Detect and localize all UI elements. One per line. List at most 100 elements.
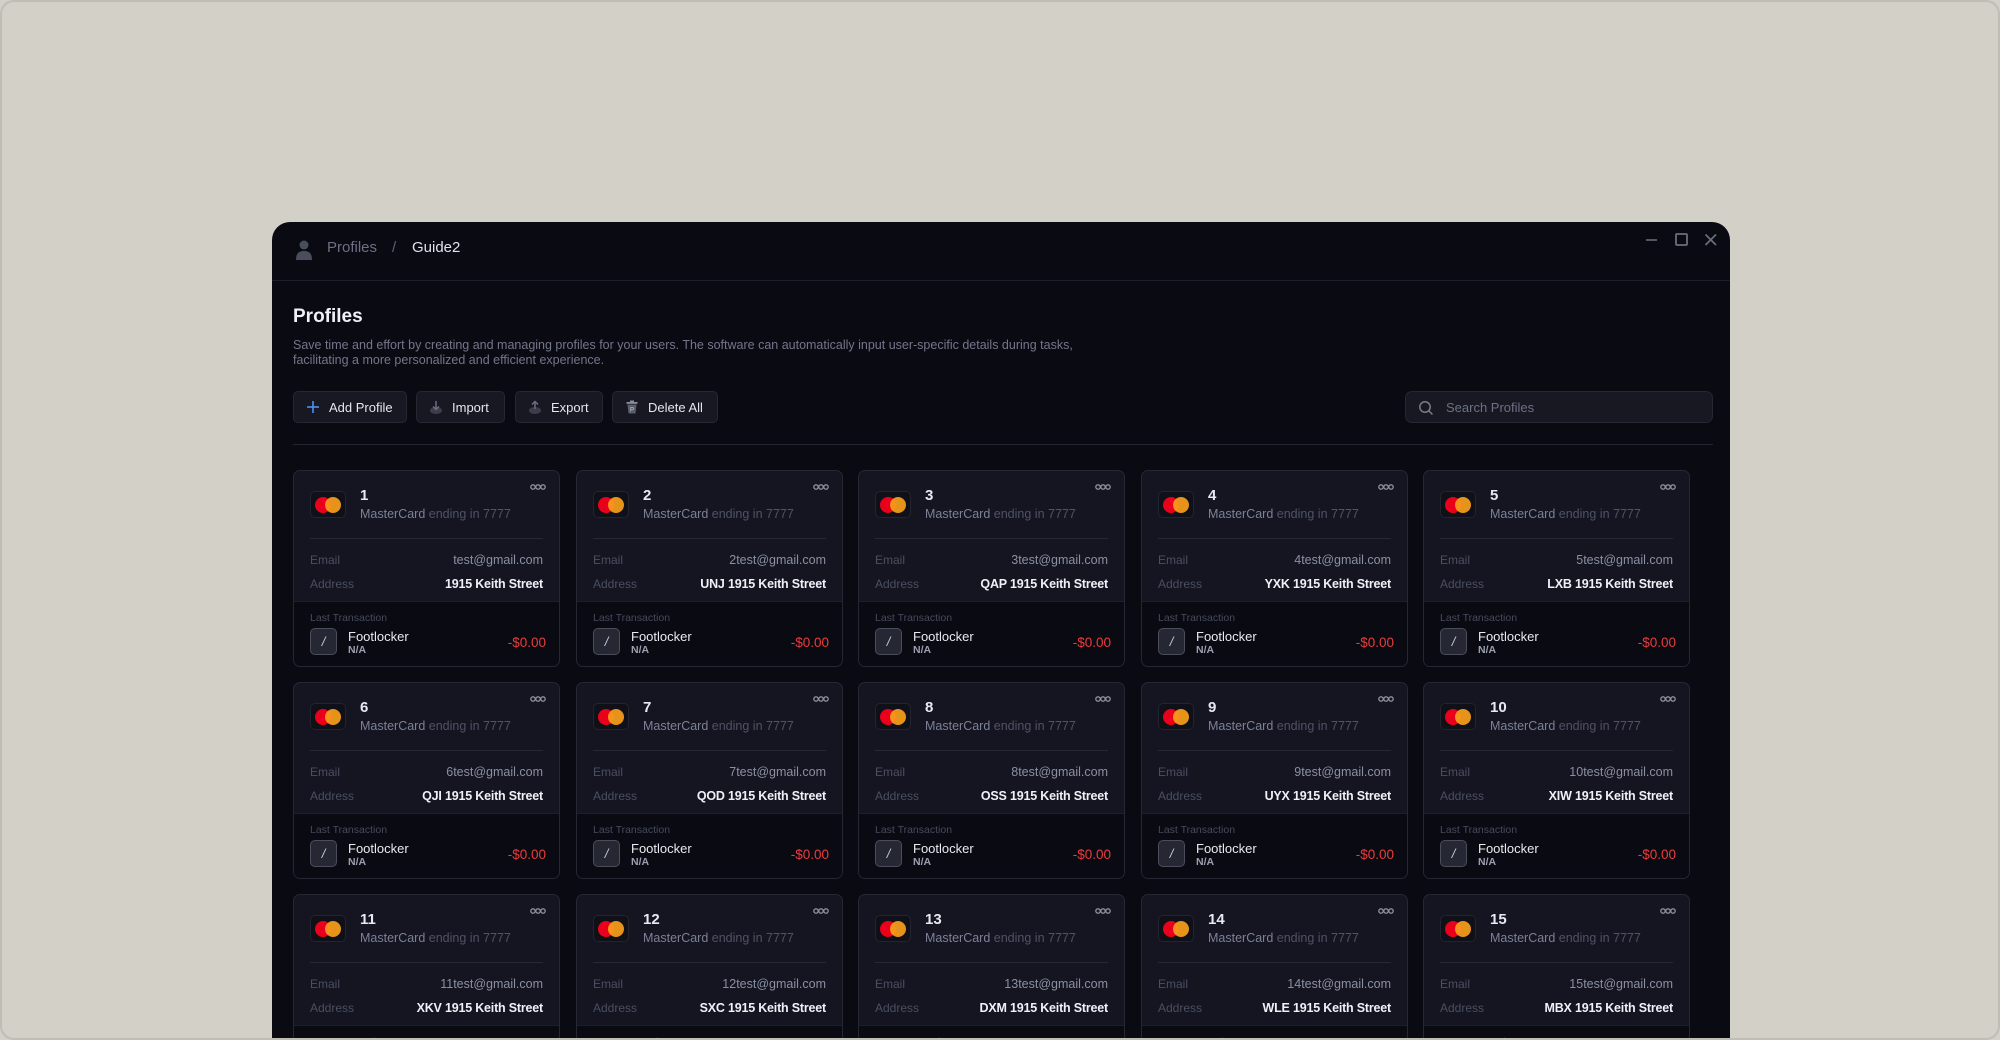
breadcrumb-separator: / — [392, 239, 397, 256]
transaction-icon: / — [310, 840, 337, 867]
more-options-icon[interactable] — [1095, 483, 1111, 491]
profile-card[interactable]: 9 MasterCard ending in 7777 Email 9test@… — [1141, 682, 1408, 879]
card-ending: ending in 7777 — [993, 719, 1076, 733]
address-label: Address — [310, 1001, 355, 1015]
more-options-icon[interactable] — [813, 483, 829, 491]
more-options-icon[interactable] — [1378, 483, 1394, 491]
card-ending: ending in 7777 — [428, 719, 511, 733]
profile-card[interactable]: 4 MasterCard ending in 7777 Email 4test@… — [1141, 470, 1408, 667]
card-brand: MasterCard — [1208, 931, 1274, 945]
profile-card[interactable]: 7 MasterCard ending in 7777 Email 7test@… — [576, 682, 843, 879]
breadcrumb-profiles[interactable]: Profiles — [327, 238, 377, 258]
profile-card[interactable]: 14 MasterCard ending in 7777 Email 14tes… — [1141, 894, 1408, 1038]
card-divider — [593, 962, 826, 963]
profile-card[interactable]: 13 MasterCard ending in 7777 Email 13tes… — [858, 894, 1125, 1038]
mastercard-icon — [593, 915, 629, 942]
address-label: Address — [875, 789, 920, 803]
mastercard-icon — [1158, 703, 1194, 730]
export-button[interactable]: Export — [515, 391, 603, 423]
address-label: Address — [1158, 577, 1203, 591]
profile-name: 15 — [1490, 911, 1507, 928]
email-label: Email — [1158, 977, 1189, 991]
transaction-amount: -$0.00 — [1072, 847, 1111, 862]
profile-card[interactable]: 10 MasterCard ending in 7777 Email 10tes… — [1423, 682, 1690, 879]
last-transaction-label: Last Transaction — [593, 1036, 670, 1038]
mastercard-icon — [875, 915, 911, 942]
card-info: MasterCard ending in 7777 — [360, 507, 511, 521]
profile-card[interactable]: 12 MasterCard ending in 7777 Email 12tes… — [576, 894, 843, 1038]
transaction-icon: / — [875, 840, 902, 867]
profile-card[interactable]: 8 MasterCard ending in 7777 Email 8test@… — [858, 682, 1125, 879]
email-label: Email — [593, 977, 624, 991]
last-transaction: Last Transaction / Footlocker N/A -$0.00 — [294, 1025, 559, 1038]
email-value: 5test@gmail.com — [1576, 553, 1673, 567]
email-value: 10test@gmail.com — [1569, 765, 1673, 779]
address-label: Address — [593, 1001, 638, 1015]
more-options-icon[interactable] — [1660, 907, 1676, 915]
address-label: Address — [593, 577, 638, 591]
transaction-merchant: Footlocker — [1478, 841, 1539, 856]
mastercard-icon — [875, 703, 911, 730]
more-options-icon[interactable] — [1660, 695, 1676, 703]
import-button[interactable]: Import — [416, 391, 505, 423]
more-options-icon[interactable] — [1378, 695, 1394, 703]
transaction-status: N/A — [348, 856, 367, 868]
transaction-status: N/A — [1478, 644, 1497, 656]
card-divider — [1158, 750, 1391, 751]
transaction-icon: / — [1158, 628, 1185, 655]
minimize-icon[interactable] — [1642, 230, 1662, 250]
profile-name: 8 — [925, 699, 934, 716]
address-label: Address — [310, 577, 355, 591]
delete-all-button[interactable]: P Delete All — [612, 391, 718, 423]
card-divider — [1158, 962, 1391, 963]
profile-card[interactable]: 3 MasterCard ending in 7777 Email 3test@… — [858, 470, 1125, 667]
email-value: 7test@gmail.com — [729, 765, 826, 779]
address-label: Address — [1440, 789, 1485, 803]
last-transaction: Last Transaction / Footlocker N/A -$0.00 — [577, 813, 842, 878]
email-label: Email — [593, 765, 624, 779]
address-value: LXB 1915 Keith Street — [1547, 577, 1673, 591]
card-ending: ending in 7777 — [428, 931, 511, 945]
address-value: OSS 1915 Keith Street — [980, 789, 1108, 803]
card-ending: ending in 7777 — [711, 507, 794, 521]
more-options-icon[interactable] — [1095, 907, 1111, 915]
email-label: Email — [875, 977, 906, 991]
more-options-icon[interactable] — [813, 907, 829, 915]
card-brand: MasterCard — [643, 931, 709, 945]
profile-card[interactable]: 2 MasterCard ending in 7777 Email 2test@… — [576, 470, 843, 667]
search-box[interactable] — [1405, 391, 1713, 423]
transaction-icon: / — [875, 628, 902, 655]
address-value: SXC 1915 Keith Street — [699, 1001, 827, 1015]
address-value: XKV 1915 Keith Street — [416, 1001, 544, 1015]
section-divider — [293, 444, 1713, 445]
transaction-icon: / — [593, 840, 620, 867]
profile-card[interactable]: 11 MasterCard ending in 7777 Email 11tes… — [293, 894, 560, 1038]
email-label: Email — [593, 553, 624, 567]
address-value: UYX 1915 Keith Street — [1264, 789, 1392, 803]
close-icon[interactable] — [1701, 230, 1721, 250]
more-options-icon[interactable] — [530, 907, 546, 915]
profile-card[interactable]: 1 MasterCard ending in 7777 Email test@g… — [293, 470, 560, 667]
transaction-status: N/A — [631, 856, 650, 868]
search-input[interactable] — [1446, 392, 1696, 422]
add-profile-button[interactable]: Add Profile — [293, 391, 407, 423]
profile-name: 14 — [1208, 911, 1225, 928]
address-label: Address — [875, 1001, 920, 1015]
email-value: 12test@gmail.com — [722, 977, 826, 991]
transaction-merchant: Footlocker — [631, 629, 692, 644]
maximize-icon[interactable] — [1672, 230, 1692, 250]
plus-icon — [307, 401, 319, 413]
transaction-merchant: Footlocker — [913, 629, 974, 644]
more-options-icon[interactable] — [530, 695, 546, 703]
profile-card[interactable]: 6 MasterCard ending in 7777 Email 6test@… — [293, 682, 560, 879]
card-divider — [593, 750, 826, 751]
more-options-icon[interactable] — [530, 483, 546, 491]
profile-card[interactable]: 5 MasterCard ending in 7777 Email 5test@… — [1423, 470, 1690, 667]
card-info: MasterCard ending in 7777 — [360, 931, 511, 945]
profile-name: 5 — [1490, 487, 1499, 504]
profile-card[interactable]: 15 MasterCard ending in 7777 Email 15tes… — [1423, 894, 1690, 1038]
more-options-icon[interactable] — [1095, 695, 1111, 703]
more-options-icon[interactable] — [1660, 483, 1676, 491]
more-options-icon[interactable] — [1378, 907, 1394, 915]
more-options-icon[interactable] — [813, 695, 829, 703]
